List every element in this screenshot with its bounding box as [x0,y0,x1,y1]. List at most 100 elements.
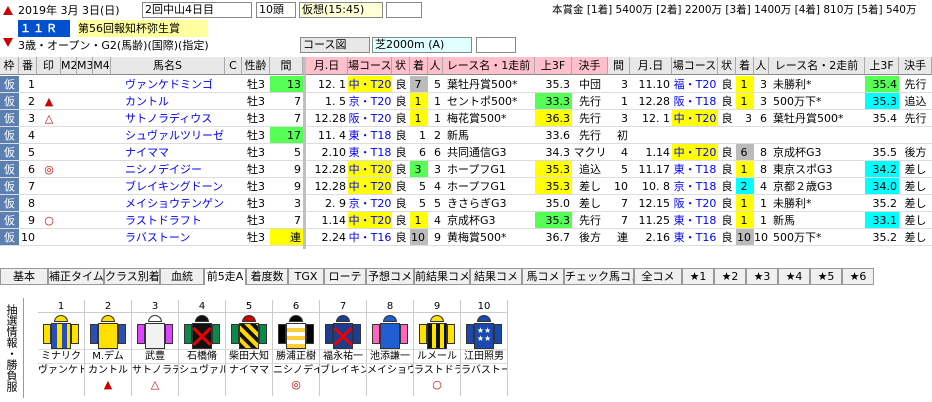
jockey-card[interactable]: 7 福永祐一 ブレイキン [320,300,367,396]
table-row[interactable]: 仮 10 ラバストーン 牡3 連 2.24 中・T16 良 10 9 黄梅賞500* 36.7 後方連 2… [0,229,932,246]
jockey-card[interactable]: 3 武豊 サトノラデ △ [132,300,179,396]
table-row[interactable]: 仮 2 ▲ カントル 牡3 7 1. 5 京・T20 良 1 1 セントポ500* 33.3 先行 1 12.… [0,93,932,110]
tab-7[interactable]: ローテ [324,268,366,285]
tab-16[interactable]: ★3 [746,268,778,285]
tab-5[interactable]: 着度数 [246,268,288,285]
cell-blank [225,144,242,161]
column-header[interactable]: 馬名S [111,57,225,75]
cell-name: ニシノデイジー [111,161,225,178]
jockey-card[interactable]: 8 池添謙一 メイショウ [367,300,414,396]
table-row[interactable]: 仮 1 ヴァンケドミンゴ 牡3 13 12. 1 中・T20 良 7 5 葉牡丹賞500* 35.3 中… [0,76,932,93]
tab-8[interactable]: 予想コメ [366,268,414,285]
cell-no: 8 [19,195,37,212]
prediction-mark [461,377,507,393]
tab-2[interactable]: クラス別着 [104,268,160,285]
column-header[interactable]: レース名・2走前 [769,57,865,75]
jockey-card[interactable]: 10 ★★ ★★ 江田照男 ラバストー [461,300,508,396]
cell-r2_3f: 35.4 [865,110,899,127]
column-header[interactable]: 人 [428,57,443,75]
cell-r2_pos: 1 [736,93,754,110]
table-row[interactable]: 仮 9 ○ ラストドラフト 牡3 7 1.14 中・T20 良 1 4 京成杯G3 35.3 先行 7 11.… [0,212,932,229]
tab-17[interactable]: ★4 [778,268,810,285]
column-header[interactable]: 人 [754,57,769,75]
column-header[interactable]: 状 [718,57,736,75]
column-header[interactable]: 決手 [899,57,932,75]
cell-r1_pop: 4 [428,212,443,229]
column-header[interactable]: M4 [93,57,111,75]
horse-number: 1 [38,300,84,313]
tab-6[interactable]: TGX [288,268,324,285]
cell-blank [225,229,242,246]
tab-1[interactable]: 補正タイム [48,268,104,285]
cell-r1_pos: 1 [410,93,428,110]
column-header[interactable]: 月.日 [306,57,348,75]
column-header[interactable]: 決手 [572,57,608,75]
jockey-card[interactable]: 5 柴田大知 ナイママ [226,300,273,396]
course-map-button[interactable]: コース図 [300,37,370,53]
table-row[interactable]: 仮 5 ナイママ 牡3 5 2.10 東・T18 良 6 6 共同通信G3 34.3 マクリ 4 1.14 中… [0,144,932,161]
tab-3[interactable]: 血統 [160,268,204,285]
table-row[interactable]: 仮 8 メイショウテンゲン 牡3 3 2. 9 京・T20 良 5 5 きさらぎG3 35.0 差し 7 1… [0,195,932,212]
column-header[interactable]: 着 [736,57,754,75]
column-header[interactable]: 枠 [0,57,19,75]
column-header[interactable]: M3 [77,57,93,75]
column-header[interactable]: 性齢 [242,57,270,75]
table-row[interactable]: 仮 6 ◎ ニシノデイジー 牡3 9 12.28 中・T20 良 3 3 ホープフG1 35.3 追込 5 1… [0,161,932,178]
cell-r2_style: 差し [899,195,932,212]
cell-r2_cond: 良 [718,178,736,195]
column-header[interactable]: 印 [37,57,61,75]
column-header[interactable]: 間 [270,57,303,75]
jockey-card[interactable]: 2 M.デム カントル ▲ [85,300,132,396]
column-header[interactable]: 状 [392,57,410,75]
table-row[interactable]: 仮 4 シュヴァルツリーゼ 牡3 17 11. 4 東・T18 良 1 2 新馬 33.6 先行初 [0,127,932,144]
cell-waku: 仮 [0,212,19,229]
cell-int: 7 [270,93,303,110]
jockey-card[interactable]: 4 石橋脩 シュヴァル [179,300,226,396]
tab-19[interactable]: ★6 [842,268,874,285]
column-header[interactable]: 番 [19,57,37,75]
cell-waku: 仮 [0,127,19,144]
cell-r1_3f: 35.3 [535,178,572,195]
cell-r2_pop: 6 [754,110,769,127]
jockey-card[interactable]: 6 勝浦正樹 ニシノデイ ◎ [273,300,320,396]
cell-r1_date: 12.28 [306,178,348,195]
cell-r2_pop: 8 [754,144,769,161]
tab-15[interactable]: ★2 [714,268,746,285]
tab-0[interactable]: 基本 [0,268,48,285]
column-header[interactable]: 上3F [535,57,572,75]
column-header[interactable]: レース名・1走前 [443,57,535,75]
jockey-card[interactable]: 9 ルメール ラストドラ ○ [414,300,461,396]
tab-14[interactable]: ★1 [682,268,714,285]
column-header[interactable]: 着 [410,57,428,75]
cell-r2_3f: 34.0 [865,178,899,195]
column-header[interactable]: C [225,57,242,75]
cell-r2_race: 500万下* [769,93,865,110]
tab-13[interactable]: 全コメ [634,268,682,285]
racing-silk-icon [417,315,457,349]
column-header[interactable]: M2 [61,57,77,75]
tab-11[interactable]: 馬コメ [522,268,564,285]
column-header[interactable]: 間 [608,57,630,75]
tab-18[interactable]: ★5 [810,268,842,285]
table-row[interactable]: 仮 3 △ サトノラディウス 牡3 7 12.28 阪・T20 良 1 1 梅花賞500* 36.3 先行… [0,110,932,127]
column-header[interactable]: 上3F [865,57,899,75]
tab-4[interactable]: 前5走A [204,268,246,285]
column-header[interactable]: 場コース [672,57,718,75]
down-arrow-icon[interactable] [3,38,13,47]
jockey-card[interactable]: 1 ミナリク ヴァンケド [38,300,85,396]
column-header[interactable]: 月.日 [630,57,672,75]
cell-r1_race: 梅花賞500* [443,110,535,127]
column-header[interactable]: 場コース [348,57,392,75]
cell-r2_cond: 良 [718,195,736,212]
up-arrow-icon[interactable] [3,6,13,15]
tab-12[interactable]: チェック馬コメ [564,268,634,285]
cell-r1_course: 中・T16 [348,231,392,246]
cell-int: 9 [270,178,303,195]
cell-r2_date [630,127,672,144]
table-row[interactable]: 仮 7 ブレイキングドーン 牡3 9 12.28 中・T20 良 5 4 ホープフG1 35.3 差し 1… [0,178,932,195]
cell-blank [93,161,111,178]
field-size: 10頭 [256,2,296,18]
tab-10[interactable]: 結果コメ [470,268,522,285]
prediction-mark [38,377,84,393]
tab-9[interactable]: 前結果コメ [414,268,470,285]
